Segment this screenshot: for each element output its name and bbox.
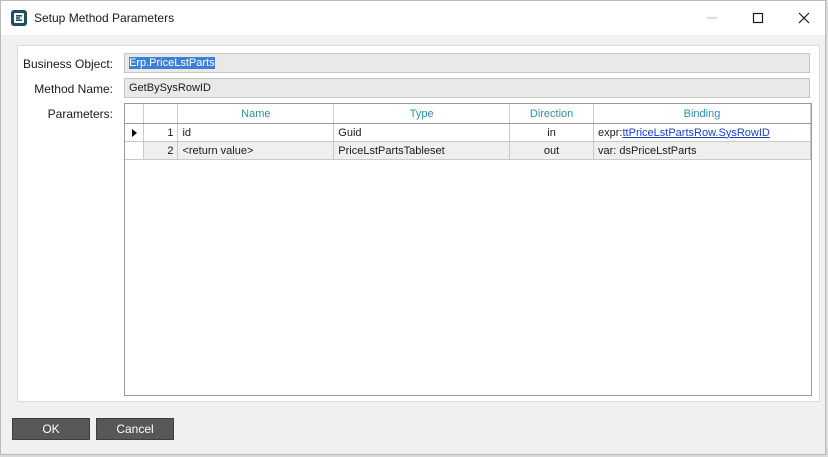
index-header <box>143 104 179 124</box>
method-name-label: Method Name: <box>34 82 113 96</box>
param-direction-cell[interactable]: in <box>509 123 595 142</box>
row-index: 2 <box>143 141 179 160</box>
method-name-value: GetBySysRowID <box>129 82 211 94</box>
param-name-cell[interactable]: <return value> <box>177 141 335 160</box>
method-name-field[interactable]: GetBySysRowID <box>124 78 810 98</box>
column-header-type[interactable]: Type <box>333 104 511 124</box>
param-type-cell[interactable]: PriceLstPartsTableset <box>333 141 511 160</box>
business-object-value: Erp.PriceLstParts <box>129 57 215 69</box>
column-header-binding[interactable]: Binding <box>593 104 811 124</box>
table-row[interactable]: 1 id Guid in expr:ttPriceLstPartsRow.Sys… <box>125 123 811 142</box>
binding-prefix: expr: <box>598 126 623 139</box>
param-binding-cell[interactable]: var: dsPriceLstParts <box>593 141 811 160</box>
ok-button[interactable]: OK <box>12 418 90 440</box>
parameters-table: Name Type Direction Binding 1 id Guid in… <box>125 104 811 160</box>
window-title: Setup Method Parameters <box>34 11 175 25</box>
column-header-direction[interactable]: Direction <box>509 104 595 124</box>
maximize-icon <box>752 12 764 24</box>
close-button[interactable] <box>781 1 827 35</box>
parameters-grid[interactable]: Name Type Direction Binding 1 id Guid in… <box>124 103 812 396</box>
business-object-field[interactable]: Erp.PriceLstParts <box>124 53 810 73</box>
column-header-name[interactable]: Name <box>177 104 335 124</box>
param-name-cell[interactable]: id <box>177 123 335 142</box>
parameters-label: Parameters: <box>47 107 113 121</box>
dialog-window: Setup Method Parameters Business Object:… <box>0 0 826 455</box>
close-icon <box>798 12 810 24</box>
row-indicator-header <box>125 104 145 124</box>
row-index: 1 <box>143 123 179 142</box>
param-binding-cell[interactable]: expr:ttPriceLstPartsRow.SysRowID <box>593 123 811 142</box>
minimize-icon <box>707 17 717 19</box>
business-object-label: Business Object: <box>22 57 113 71</box>
minimize-button[interactable] <box>689 1 735 35</box>
current-row-pointer-icon <box>132 128 137 137</box>
param-type-cell[interactable]: Guid <box>333 123 511 142</box>
grid-header-row: Name Type Direction Binding <box>125 104 811 124</box>
epicor-e-icon <box>11 10 27 26</box>
cancel-button[interactable]: Cancel <box>96 418 174 440</box>
binding-prefix: var: dsPriceLstParts <box>598 144 697 157</box>
param-direction-cell[interactable]: out <box>509 141 595 160</box>
maximize-button[interactable] <box>735 1 781 35</box>
row-indicator <box>125 141 145 160</box>
table-row[interactable]: 2 <return value> PriceLstPartsTableset o… <box>125 141 811 160</box>
row-indicator <box>125 123 145 142</box>
title-bar: Setup Method Parameters <box>1 1 825 35</box>
binding-link[interactable]: ttPriceLstPartsRow.SysRowID <box>623 127 770 139</box>
